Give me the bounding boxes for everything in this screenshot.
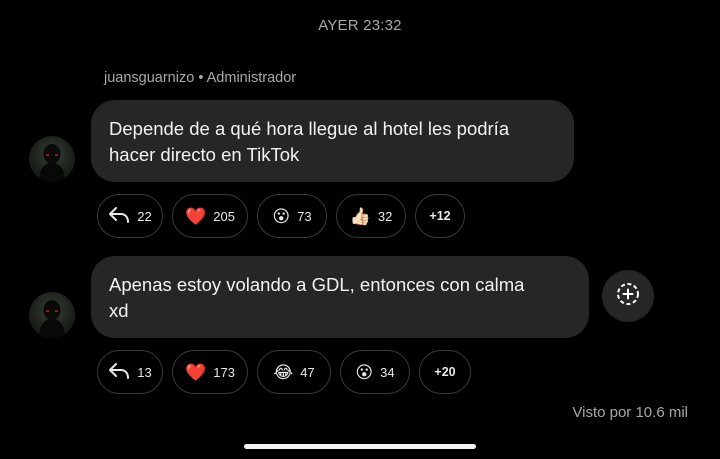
- more-reactions-pill[interactable]: +12: [415, 194, 465, 238]
- reaction-count: 34: [380, 364, 395, 380]
- reaction-bar: 22 ❤️ 205 😮 73 👍🏻 32 +12: [97, 194, 465, 238]
- reaction-pill-laughing[interactable]: 😂 47: [257, 350, 331, 394]
- reply-icon: [108, 206, 130, 227]
- message-text-line: xd: [109, 300, 129, 321]
- message-bubble[interactable]: Apenas estoy volando a GDL, entonces con…: [91, 256, 589, 338]
- home-indicator[interactable]: [244, 444, 476, 449]
- avatar[interactable]: [29, 292, 75, 338]
- avatar[interactable]: [29, 136, 75, 182]
- reply-count-pill[interactable]: 13: [97, 350, 163, 394]
- reply-count: 13: [137, 364, 152, 380]
- reply-count-pill[interactable]: 22: [97, 194, 163, 238]
- reply-icon: [108, 362, 130, 383]
- message-text-line: Apenas estoy volando a GDL, entonces con…: [109, 274, 525, 295]
- reaction-count: 32: [377, 208, 393, 224]
- reaction-pill-thumbs-up[interactable]: 👍🏻 32: [336, 194, 406, 238]
- thumbs-up-icon: 👍🏻: [349, 206, 371, 226]
- reaction-pill-heart[interactable]: ❤️ 205: [172, 194, 248, 238]
- surprised-face-icon: 😮: [355, 362, 374, 382]
- more-reactions-pill[interactable]: +20: [419, 350, 471, 394]
- reaction-count: 47: [300, 364, 315, 380]
- heart-icon: ❤️: [185, 362, 207, 382]
- sender-role: Administrador: [206, 70, 297, 86]
- message-bubble[interactable]: Depende de a qué hora llegue al hotel le…: [91, 100, 574, 182]
- reaction-count: 173: [213, 364, 235, 380]
- sender-name[interactable]: juansguarnizo: [104, 70, 194, 86]
- add-reaction-button[interactable]: [602, 270, 654, 322]
- reaction-count: 205: [213, 208, 235, 224]
- surprised-face-icon: 😮: [272, 206, 291, 226]
- reaction-pill-surprised[interactable]: 😮 34: [340, 350, 410, 394]
- date-timestamp: AYER 23:32: [318, 17, 402, 34]
- message-text-line: hacer directo en TikTok: [109, 144, 300, 165]
- laughing-face-icon: 😂: [273, 362, 294, 382]
- sender-separator: •: [198, 70, 204, 86]
- reaction-pill-heart[interactable]: ❤️ 173: [172, 350, 248, 394]
- reaction-bar: 13 ❤️ 173 😂 47 😮 34 +20: [97, 350, 471, 394]
- sender-header: juansguarnizo • Administrador: [104, 70, 296, 86]
- reaction-pill-surprised[interactable]: 😮 73: [257, 194, 327, 238]
- add-reaction-icon: [615, 281, 641, 312]
- heart-icon: ❤️: [185, 206, 207, 226]
- seen-by-count[interactable]: Visto por 10.6 mil: [572, 404, 688, 421]
- message-text-line: Depende de a qué hora llegue al hotel le…: [109, 118, 510, 139]
- reply-count: 22: [137, 208, 152, 224]
- reaction-count: 73: [297, 208, 312, 224]
